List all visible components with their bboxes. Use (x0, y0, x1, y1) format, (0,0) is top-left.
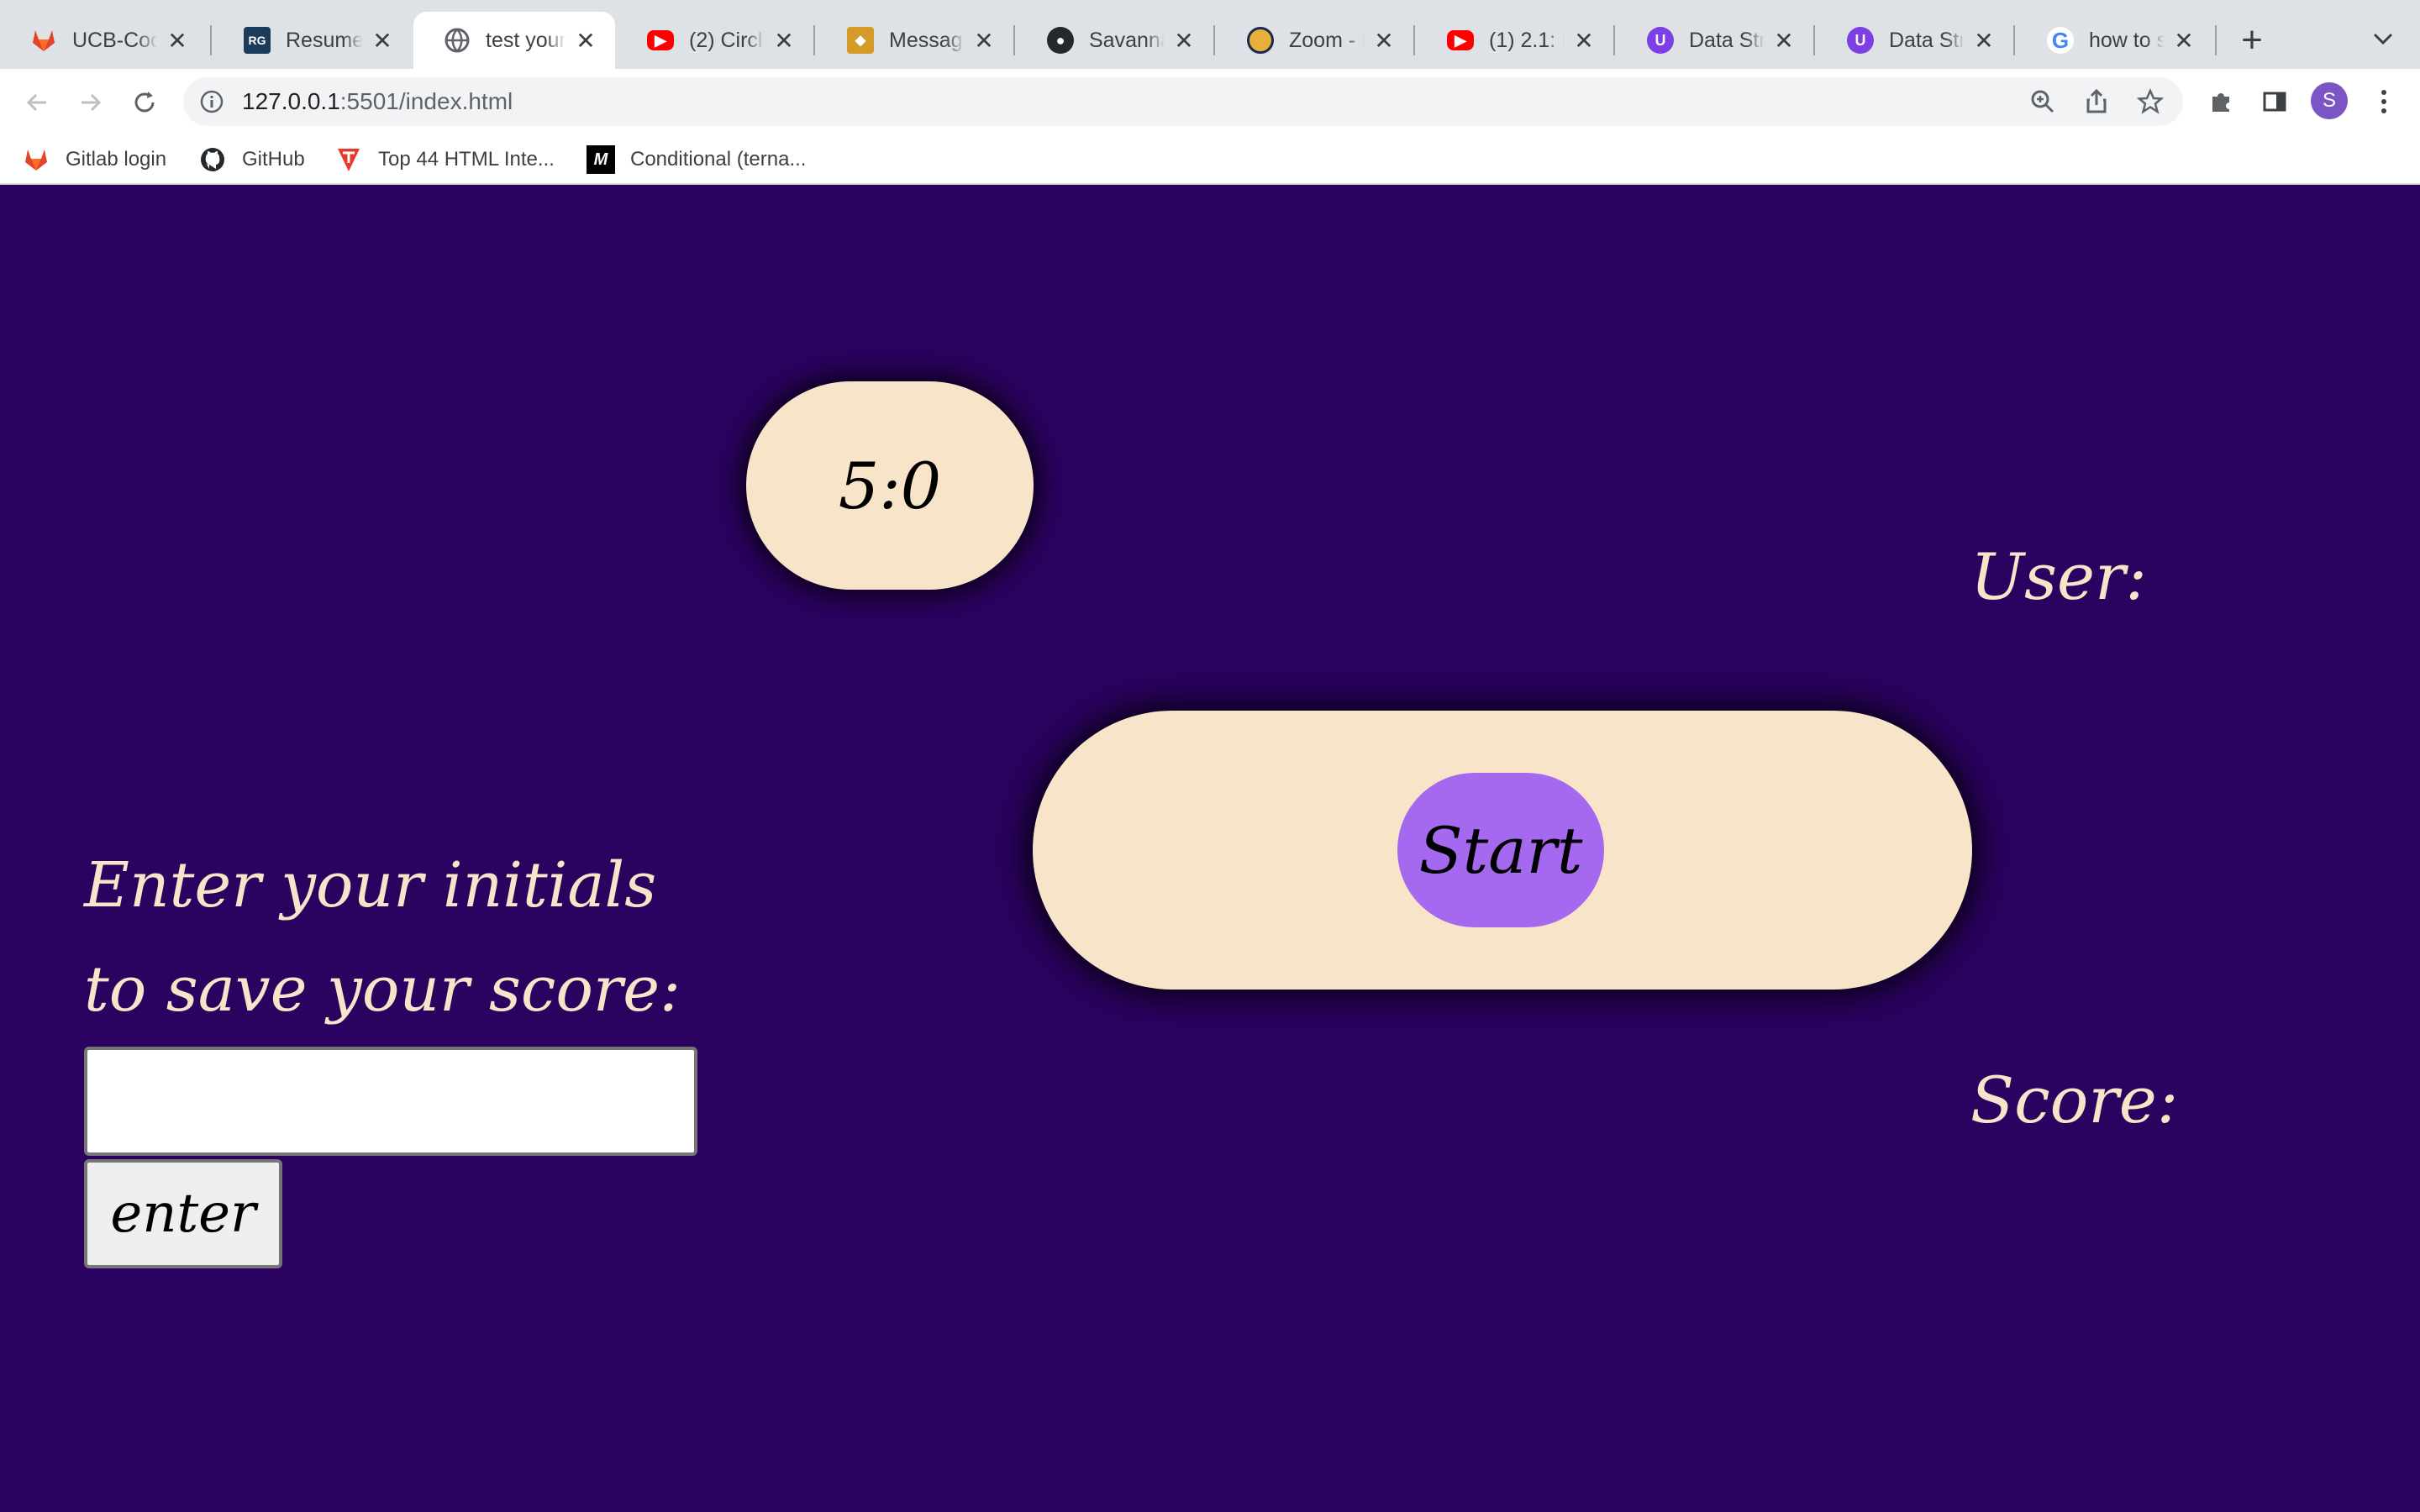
close-icon[interactable]: ✕ (1371, 28, 1397, 54)
tab-divider (1413, 25, 1415, 55)
tab-test-your-knowledge[interactable]: test your knowledge ✕ (413, 12, 615, 69)
tab-data-structures-1[interactable]: U Data Structures ✕ (1617, 12, 1813, 69)
zoom-icon (1247, 27, 1274, 54)
tab-zoom[interactable]: Zoom - Bootcamp ✕ (1217, 12, 1413, 69)
youtube-icon: ▶ (1447, 30, 1474, 50)
mdn-icon: M (587, 145, 615, 174)
url-path: :5501/index.html (339, 88, 513, 114)
tab-title: Data Structures (1889, 28, 1965, 52)
tab-title: (2) Circle (689, 28, 765, 52)
tab-search-chevron-icon[interactable] (2368, 24, 2398, 54)
close-icon[interactable]: ✕ (971, 28, 997, 54)
gitlab-icon (22, 145, 50, 174)
info-icon[interactable] (197, 87, 227, 117)
bookmark-label: Conditional (terna... (630, 148, 807, 171)
user-label: User: (1970, 539, 2147, 614)
close-icon[interactable]: ✕ (1971, 28, 1996, 54)
tab-resume[interactable]: RG Resume Generator ✕ (213, 12, 412, 69)
forward-arrow-icon[interactable] (72, 84, 109, 121)
close-icon[interactable]: ✕ (771, 28, 797, 54)
tab-title: Resume Generator (286, 28, 363, 52)
countdown-timer: 5:0 (746, 381, 1034, 590)
zoom-magnifier-icon[interactable] (2027, 86, 2059, 118)
initials-prompt: Enter your initials to save your score: (84, 849, 681, 1026)
tab-divider (1013, 25, 1015, 55)
share-icon[interactable] (2081, 86, 2112, 118)
initials-input[interactable] (84, 1047, 697, 1156)
tab-divider (210, 25, 212, 55)
extensions-puzzle-icon[interactable] (2203, 84, 2238, 119)
browser-toolbar: 127.0.0.1:5501/index.html (0, 69, 2420, 136)
url-text: 127.0.0.1:5501/index.html (242, 88, 513, 115)
globe-icon (444, 27, 471, 54)
close-icon[interactable]: ✕ (573, 28, 598, 54)
tab-intro-video[interactable]: ▶ (1) 2.1: Intro ✕ (1417, 12, 1613, 69)
course-icon: U (1647, 27, 1674, 54)
enter-button[interactable]: enter (84, 1159, 282, 1268)
bookmarks-bar: Gitlab login GitHub Top 44 HTML Inte... … (0, 136, 2420, 185)
tab-data-structures-2[interactable]: U Data Structures ✕ (1817, 12, 2013, 69)
close-icon[interactable]: ✕ (1571, 28, 1597, 54)
quiz-container: Start (1033, 711, 1972, 990)
tab-divider (1813, 25, 1815, 55)
bookmark-gitlab-login[interactable]: Gitlab login (22, 143, 166, 176)
course-icon: U (1847, 27, 1874, 54)
close-icon[interactable]: ✕ (370, 28, 395, 54)
reload-icon[interactable] (126, 84, 163, 121)
tab-messaging[interactable]: ◆ Messaging ✕ (817, 12, 1013, 69)
tab-divider (1613, 25, 1615, 55)
tab-divider (813, 25, 815, 55)
new-tab-button[interactable]: + (2235, 19, 2269, 60)
address-bar[interactable]: 127.0.0.1:5501/index.html (183, 77, 2183, 126)
tab-divider (2215, 25, 2217, 55)
page-content: 5:0 User: Start Score: Enter your initia… (0, 186, 2420, 1512)
bookmark-github[interactable]: GitHub (198, 143, 305, 176)
tab-divider (2013, 25, 2015, 55)
tab-title: Data Structures (1689, 28, 1765, 52)
close-icon[interactable]: ✕ (165, 28, 190, 54)
profile-avatar[interactable]: S (2311, 82, 2348, 119)
side-panel-icon[interactable] (2257, 84, 2292, 119)
t-icon (334, 145, 363, 174)
tab-ucb-coding[interactable]: UCB-Coding ✕ (0, 12, 207, 69)
bookmark-label: Top 44 HTML Inte... (378, 148, 555, 171)
close-icon[interactable]: ✕ (1771, 28, 1797, 54)
resume-icon: RG (244, 27, 271, 54)
github-icon (198, 145, 227, 174)
tab-strip: UCB-Coding ✕ RG Resume Generator ✕ test … (0, 0, 2420, 69)
bookmark-top-44-html[interactable]: Top 44 HTML Inte... (334, 143, 555, 176)
more-menu-icon[interactable] (2366, 84, 2402, 119)
tab-google-search[interactable]: G how to score ✕ (2017, 12, 2213, 69)
tab-title: Savannah (1089, 28, 1165, 52)
score-label: Score: (1970, 1063, 2179, 1137)
github-icon: ● (1047, 27, 1074, 54)
tab-title: Zoom - Bootcamp (1289, 28, 1365, 52)
url-host: 127.0.0.1 (242, 88, 340, 114)
back-arrow-icon[interactable] (18, 84, 55, 121)
tab-title: test your knowledge (486, 28, 566, 52)
tab-title: how to score (2089, 28, 2165, 52)
tab-circle[interactable]: ▶ (2) Circle ✕ (617, 12, 813, 69)
tab-title: Messaging (889, 28, 965, 52)
gitlab-icon (30, 27, 57, 54)
messaging-icon: ◆ (847, 27, 874, 54)
tab-savannah-github[interactable]: ● Savannah ✕ (1017, 12, 1213, 69)
tab-title: (1) 2.1: Intro (1489, 28, 1565, 52)
youtube-icon: ▶ (647, 30, 674, 50)
tab-divider (1213, 25, 1215, 55)
close-icon[interactable]: ✕ (1171, 28, 1197, 54)
tab-title: UCB-Coding (72, 28, 158, 52)
bookmark-label: Gitlab login (66, 148, 167, 171)
start-button[interactable]: Start (1397, 773, 1604, 927)
bookmark-conditional-ternary[interactable]: M Conditional (terna... (587, 143, 806, 176)
bookmark-star-icon[interactable] (2134, 86, 2166, 118)
google-icon: G (2047, 27, 2074, 54)
bookmark-label: GitHub (242, 148, 305, 171)
close-icon[interactable]: ✕ (2171, 28, 2196, 54)
